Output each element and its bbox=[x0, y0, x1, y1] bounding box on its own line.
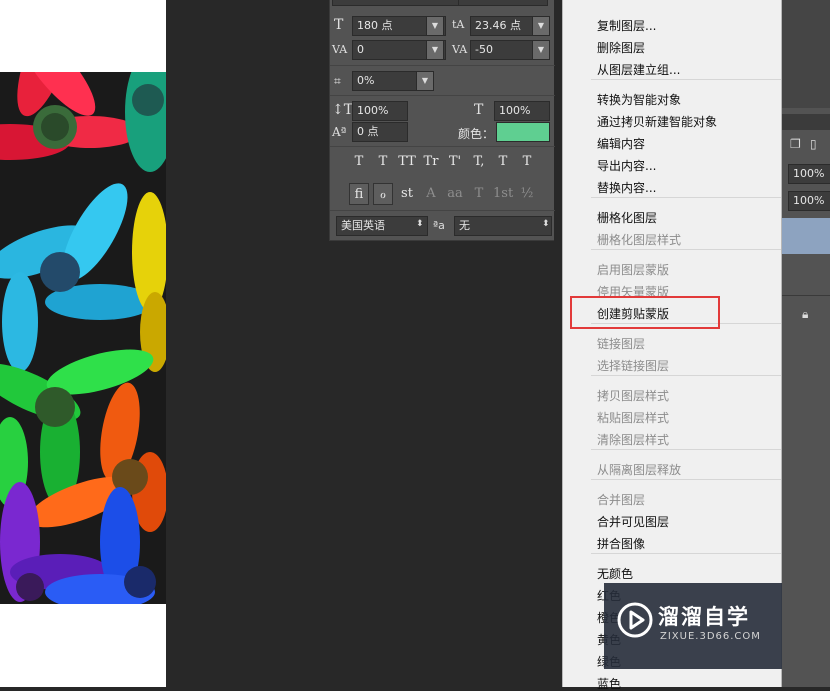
yellow-flower bbox=[132, 192, 166, 372]
panel-tabbar bbox=[782, 114, 830, 130]
type-style-button[interactable]: T bbox=[493, 151, 513, 173]
chevron-down-icon[interactable]: ▼ bbox=[532, 40, 550, 60]
flower-image bbox=[0, 72, 166, 604]
type-style-button[interactable]: T, bbox=[469, 151, 489, 173]
menu-separator bbox=[591, 375, 781, 376]
menu-item[interactable]: 合并可见图层 bbox=[597, 515, 669, 529]
opacity-field[interactable]: 100% bbox=[788, 164, 830, 184]
color-swatch[interactable] bbox=[496, 122, 550, 142]
copy-icon[interactable]: ❐ bbox=[790, 137, 801, 151]
menu-item[interactable]: 选择链接图层 bbox=[597, 359, 669, 373]
divider bbox=[330, 146, 555, 147]
divider bbox=[330, 210, 555, 211]
menu-item[interactable]: 删除图层 bbox=[597, 41, 645, 55]
menu-item[interactable]: 复制图层... bbox=[597, 19, 656, 33]
opentype-button[interactable]: 1st bbox=[493, 183, 513, 205]
menu-item[interactable]: 编辑内容 bbox=[597, 137, 645, 151]
menu-separator bbox=[591, 449, 781, 450]
chevron-down-icon[interactable]: ▼ bbox=[426, 40, 444, 60]
menu-item[interactable]: 合并图层 bbox=[597, 493, 645, 507]
font-family-field-clipped[interactable] bbox=[458, 0, 548, 6]
font-style-field-clipped[interactable] bbox=[332, 0, 472, 6]
opentype-button[interactable]: aa bbox=[445, 183, 465, 205]
watermark-subtitle: ZIXUE.3D66.COM bbox=[660, 631, 761, 642]
color-label: 颜色： bbox=[458, 127, 495, 141]
menu-item[interactable]: 无颜色 bbox=[597, 567, 633, 581]
horizontal-scale-field[interactable]: 100% bbox=[494, 101, 550, 121]
type-style-button[interactable]: TT bbox=[397, 151, 417, 173]
lock-icon[interactable]: 🔒︎ bbox=[802, 307, 808, 322]
divider bbox=[330, 95, 555, 96]
blue-flower bbox=[0, 183, 155, 372]
opentype-button[interactable]: ½ bbox=[517, 183, 537, 205]
tsume-icon: ⌗ bbox=[334, 74, 341, 88]
menu-item[interactable]: 栅格化图层 bbox=[597, 211, 657, 225]
updown-icon: ⬍ bbox=[542, 219, 550, 229]
type-style-button[interactable]: T bbox=[517, 151, 537, 173]
menu-item[interactable]: 清除图层样式 bbox=[597, 433, 669, 447]
new-doc-icon[interactable]: ▯ bbox=[810, 137, 817, 151]
menu-item[interactable]: 转换为智能对象 bbox=[597, 93, 681, 107]
anti-alias-select[interactable]: 无 bbox=[454, 216, 552, 236]
opentype-button[interactable]: ℴ bbox=[373, 183, 393, 205]
type-style-button[interactable]: Tr bbox=[421, 151, 441, 173]
menu-item[interactable]: 导出内容... bbox=[597, 159, 656, 173]
kerning-icon: VA bbox=[332, 43, 348, 56]
menu-item[interactable]: 链接图层 bbox=[597, 337, 645, 351]
chevron-down-icon[interactable]: ▼ bbox=[532, 16, 550, 36]
baseline-shift-icon: Aª bbox=[332, 125, 347, 139]
opentype-button[interactable]: T bbox=[469, 183, 489, 205]
menu-item[interactable]: 粘贴图层样式 bbox=[597, 411, 669, 425]
watermark-title: 溜溜自学 bbox=[658, 605, 750, 629]
red-flower bbox=[0, 72, 140, 160]
highlight-box bbox=[570, 296, 720, 329]
teal-flower bbox=[125, 72, 166, 172]
divider bbox=[782, 295, 830, 296]
menu-separator bbox=[591, 249, 781, 250]
type-style-button[interactable]: T bbox=[349, 151, 369, 173]
updown-icon: ⬍ bbox=[416, 219, 424, 229]
vertical-scale-field[interactable]: 100% bbox=[352, 101, 408, 121]
menu-item[interactable]: 从隔离图层释放 bbox=[597, 463, 681, 477]
panel-header bbox=[782, 0, 830, 108]
watermark: 溜溜自学 ZIXUE.3D66.COM bbox=[604, 583, 782, 669]
language-select[interactable]: 美国英语 bbox=[336, 216, 428, 236]
menu-item[interactable]: 从图层建立组... bbox=[597, 63, 680, 77]
baseline-shift-field[interactable]: 0 点 bbox=[352, 122, 408, 142]
chevron-down-icon[interactable]: ▼ bbox=[426, 16, 444, 36]
horizontal-scale-icon: T bbox=[474, 102, 484, 118]
opentype-button[interactable]: fi bbox=[349, 183, 369, 205]
leading-icon: tA bbox=[452, 18, 465, 31]
menu-item[interactable]: 替换内容... bbox=[597, 181, 656, 195]
opentype-button[interactable]: A bbox=[421, 183, 441, 205]
opentype-button[interactable]: st bbox=[397, 183, 417, 205]
divider bbox=[330, 65, 555, 66]
anti-alias-label: ªa bbox=[433, 219, 445, 232]
menu-item[interactable]: 通过拷贝新建智能对象 bbox=[597, 115, 717, 129]
play-logo-icon bbox=[617, 602, 653, 638]
menu-separator bbox=[591, 197, 781, 198]
menu-item[interactable]: 蓝色 bbox=[597, 677, 621, 691]
font-size-icon: T bbox=[334, 17, 344, 33]
fill-field[interactable]: 100% bbox=[788, 191, 830, 211]
menu-separator bbox=[591, 79, 781, 80]
selected-layer-row[interactable] bbox=[782, 218, 830, 254]
layers-panel: ❐ ▯ 100% 100% 🔒︎ bbox=[782, 0, 830, 687]
menu-item[interactable]: 栅格化图层样式 bbox=[597, 233, 681, 247]
tracking-icon: VA bbox=[452, 43, 468, 56]
menu-item[interactable]: 拼合图像 bbox=[597, 537, 645, 551]
menu-item[interactable]: 拷贝图层样式 bbox=[597, 389, 669, 403]
menu-separator bbox=[591, 479, 781, 480]
character-panel: T 180 点 ▼ tA 23.46 点 ▼ VA 0 ▼ VA -50 ▼ ⌗… bbox=[329, 0, 555, 241]
vertical-scale-icon: ↕T bbox=[332, 102, 354, 118]
menu-item[interactable]: 启用图层蒙版 bbox=[597, 263, 669, 277]
chevron-down-icon[interactable]: ▼ bbox=[416, 71, 434, 91]
menu-separator bbox=[591, 553, 781, 554]
type-style-button[interactable]: T' bbox=[445, 151, 465, 173]
type-style-button[interactable]: T bbox=[373, 151, 393, 173]
